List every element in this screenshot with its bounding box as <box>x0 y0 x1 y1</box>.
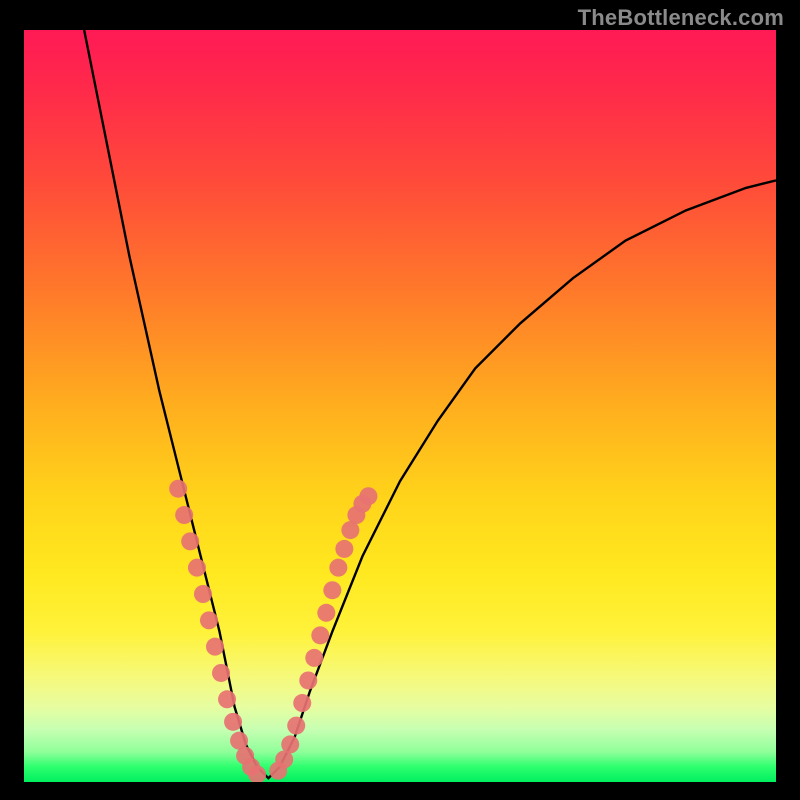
marker-dot <box>175 506 193 524</box>
chart-stage: TheBottleneck.com <box>0 0 800 800</box>
marker-dot <box>323 581 341 599</box>
marker-dot <box>281 735 299 753</box>
marker-dot <box>181 532 199 550</box>
marker-dot <box>311 626 329 644</box>
marker-dot <box>335 540 353 558</box>
marker-dot <box>305 649 323 667</box>
marker-cluster-left <box>169 480 266 782</box>
curve-path <box>84 30 776 778</box>
marker-cluster-right <box>269 487 377 779</box>
marker-dot <box>218 690 236 708</box>
curve-layer <box>24 30 776 782</box>
marker-dot <box>329 559 347 577</box>
marker-dot <box>359 487 377 505</box>
plot-area <box>24 30 776 782</box>
watermark-text: TheBottleneck.com <box>578 5 784 31</box>
marker-dot <box>200 611 218 629</box>
marker-dot <box>287 717 305 735</box>
marker-dot <box>299 671 317 689</box>
marker-dot <box>206 638 224 656</box>
marker-dot <box>224 713 242 731</box>
marker-dot <box>188 559 206 577</box>
bottleneck-curve <box>84 30 776 778</box>
marker-dot <box>169 480 187 498</box>
marker-dot <box>317 604 335 622</box>
marker-dot <box>293 694 311 712</box>
marker-dot <box>212 664 230 682</box>
marker-dot <box>194 585 212 603</box>
